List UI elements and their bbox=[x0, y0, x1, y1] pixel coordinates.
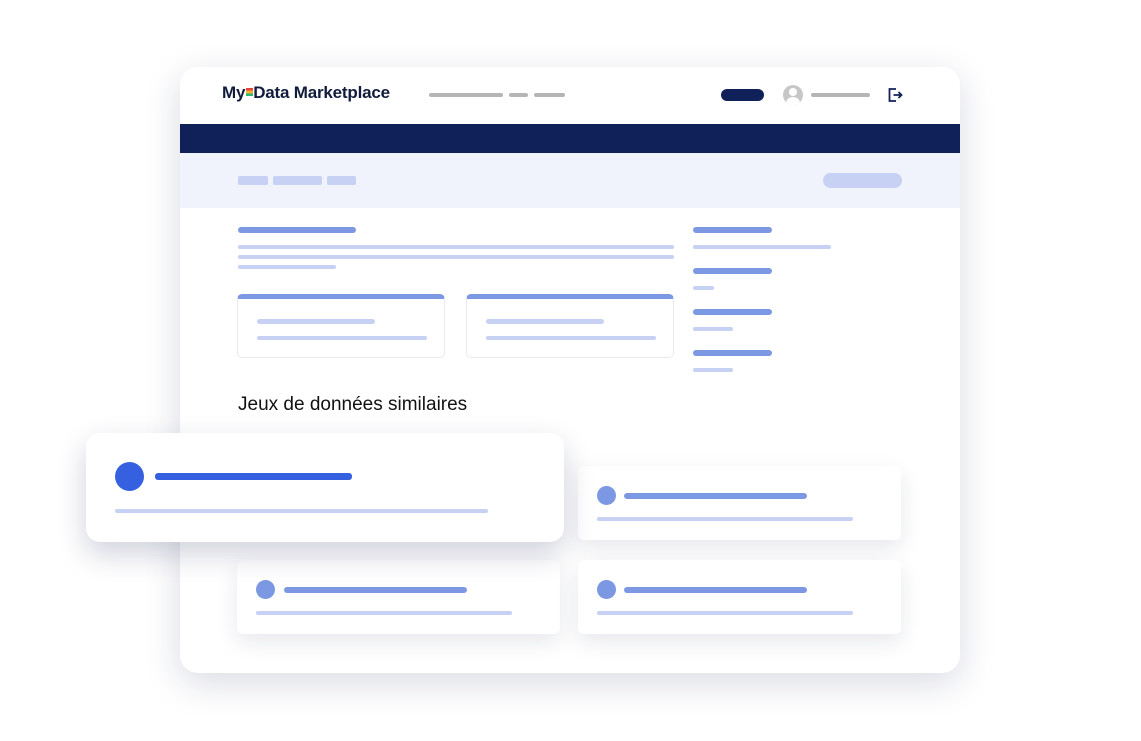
info-card-2-line-2 bbox=[486, 336, 656, 340]
dataset-icon bbox=[597, 486, 616, 505]
highlighted-dataset-description bbox=[115, 509, 488, 513]
primary-action-button[interactable] bbox=[721, 89, 764, 101]
dataset-title-placeholder bbox=[238, 227, 356, 233]
sidebar-value-2 bbox=[693, 286, 714, 290]
illustration-stage: My Data Marketplace Jeux de données simi… bbox=[0, 0, 1141, 741]
dataset-icon bbox=[256, 580, 275, 599]
breadcrumb-band bbox=[180, 153, 960, 208]
main-navigation-band bbox=[180, 124, 960, 153]
highlighted-dataset-title bbox=[155, 473, 352, 480]
sidebar-label-4 bbox=[693, 350, 772, 356]
info-card-1-line-1 bbox=[257, 319, 375, 324]
sidebar-value-4 bbox=[693, 368, 733, 372]
top-bar: My Data Marketplace bbox=[180, 67, 960, 124]
highlighted-dataset-icon bbox=[115, 462, 144, 491]
nav-link-placeholder-2[interactable] bbox=[509, 93, 528, 97]
sidebar-value-3 bbox=[693, 327, 733, 331]
sidebar-label-2 bbox=[693, 268, 772, 274]
info-card-1-line-2 bbox=[257, 336, 427, 340]
info-card-2[interactable] bbox=[466, 294, 674, 358]
dataset-card[interactable] bbox=[237, 560, 560, 634]
dataset-card-description bbox=[597, 611, 853, 615]
user-avatar-icon[interactable] bbox=[783, 85, 803, 105]
nav-link-placeholder-1[interactable] bbox=[429, 93, 503, 97]
sidebar-label-3 bbox=[693, 309, 772, 315]
dataset-card-title bbox=[284, 587, 467, 593]
description-line-2 bbox=[238, 255, 674, 259]
dataset-card-title bbox=[624, 587, 807, 593]
breadcrumb-item-1[interactable] bbox=[238, 176, 268, 185]
logo-text-my: My bbox=[222, 83, 246, 102]
dataset-icon bbox=[597, 580, 616, 599]
header-action-button[interactable] bbox=[823, 173, 902, 188]
logout-icon[interactable] bbox=[886, 86, 904, 104]
similar-datasets-title: Jeux de données similaires bbox=[238, 394, 468, 415]
dataset-card[interactable] bbox=[578, 560, 901, 634]
user-name-placeholder bbox=[811, 93, 870, 97]
dataset-card-title bbox=[624, 493, 807, 499]
dataset-card-description bbox=[256, 611, 512, 615]
app-logo[interactable]: My Data Marketplace bbox=[222, 83, 390, 103]
sidebar-value-1 bbox=[693, 245, 831, 249]
logo-text-data-marketplace: Data Marketplace bbox=[253, 83, 390, 102]
marketplace-window: My Data Marketplace Jeux de données simi… bbox=[180, 67, 960, 673]
sidebar-label-1 bbox=[693, 227, 772, 233]
breadcrumb-item-3[interactable] bbox=[327, 176, 356, 185]
info-card-1[interactable] bbox=[237, 294, 445, 358]
breadcrumb-item-2[interactable] bbox=[273, 176, 322, 185]
dataset-card-description bbox=[597, 517, 853, 521]
description-line-1 bbox=[238, 245, 674, 249]
description-line-3 bbox=[238, 265, 336, 269]
highlighted-dataset-card[interactable] bbox=[86, 433, 564, 542]
nav-link-placeholder-3[interactable] bbox=[534, 93, 565, 97]
dataset-card[interactable] bbox=[578, 466, 901, 540]
info-card-2-line-1 bbox=[486, 319, 604, 324]
